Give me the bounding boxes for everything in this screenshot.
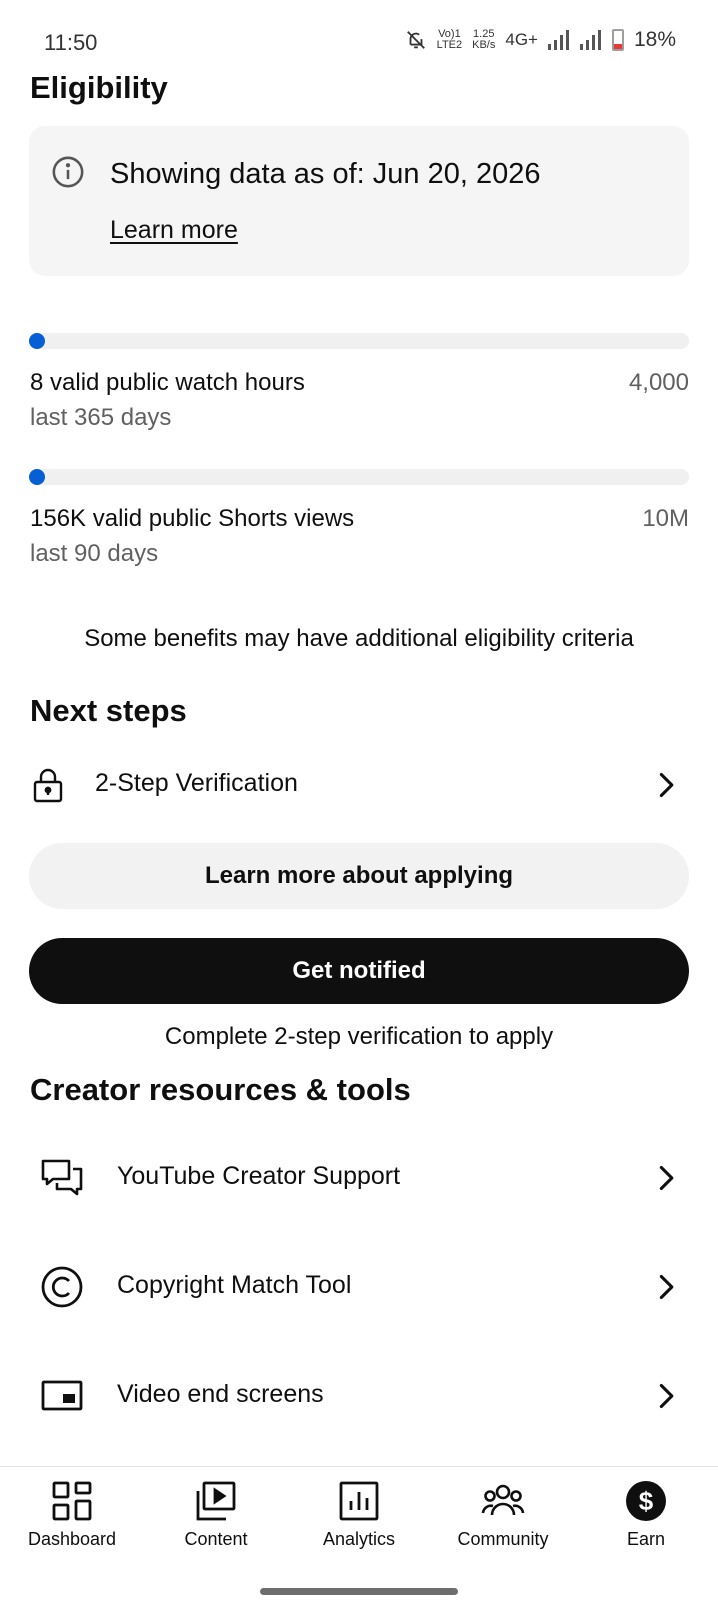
- watch-hours-period: last 365 days: [30, 404, 172, 431]
- network-speed: 1.25 KB/s: [472, 28, 496, 51]
- end-screen-icon: [41, 1380, 83, 1411]
- bottom-nav: Dashboard Content Analytics Community $ …: [0, 1466, 718, 1600]
- learn-more-applying-button[interactable]: Learn more about applying: [29, 843, 689, 909]
- nav-earn[interactable]: $ Earn: [574, 1479, 718, 1550]
- chevron-right-icon: [659, 1165, 674, 1191]
- watch-hours-progress: [29, 333, 689, 349]
- shorts-views-label: 156K valid public Shorts views: [30, 505, 355, 532]
- nav-community-label: Community: [457, 1529, 549, 1549]
- analytics-icon: [339, 1481, 379, 1521]
- content-icon: [196, 1481, 236, 1521]
- video-end-screens-label: Video end screens: [117, 1380, 324, 1408]
- status-icons: Vo)1 LTE2 1.25 KB/s 4G+ 18%: [405, 28, 676, 52]
- copyright-icon: [41, 1266, 83, 1308]
- bell-off-icon: [406, 31, 425, 49]
- copyright-match-label: Copyright Match Tool: [117, 1271, 352, 1299]
- watch-hours-label: 8 valid public watch hours: [30, 369, 305, 396]
- verification-hint: Complete 2-step verification to apply: [164, 1023, 554, 1050]
- copyright-match-row[interactable]: Copyright Match Tool: [0, 1265, 718, 1309]
- creator-support-label: YouTube Creator Support: [117, 1162, 401, 1190]
- creator-support-row[interactable]: YouTube Creator Support: [0, 1156, 718, 1200]
- chevron-right-icon: [659, 772, 674, 798]
- earn-icon: $: [626, 1481, 666, 1521]
- nav-content[interactable]: Content: [144, 1479, 288, 1550]
- status-time: 11:50: [44, 30, 98, 55]
- nav-earn-label: Earn: [626, 1529, 666, 1549]
- watch-hours-goal: 4,000: [628, 369, 689, 396]
- battery-percent: 18%: [633, 28, 676, 51]
- status-bar: 11:50 Vo)1 LTE2 1.25 KB/s 4G+ 18%: [0, 0, 718, 80]
- chevron-right-icon: [659, 1383, 674, 1409]
- data-info-card: Showing data as of: Jun 20, 2026 Learn m…: [29, 126, 689, 276]
- signal-icon: [579, 30, 601, 50]
- signal-icon: [547, 30, 569, 50]
- nav-dashboard[interactable]: Dashboard: [0, 1479, 144, 1550]
- lock-icon: [33, 768, 63, 803]
- battery-icon: [611, 29, 624, 51]
- nav-content-label: Content: [184, 1529, 248, 1549]
- eligibility-note: Some benefits may have additional eligib…: [84, 625, 634, 652]
- nav-dashboard-label: Dashboard: [27, 1529, 117, 1549]
- watch-hours-progress-fill: [29, 333, 45, 349]
- nav-analytics[interactable]: Analytics: [287, 1479, 431, 1550]
- learn-more-link[interactable]: Learn more: [110, 216, 238, 245]
- home-indicator: [260, 1588, 458, 1595]
- next-steps-title: Next steps: [30, 693, 187, 728]
- shorts-views-progress-fill: [29, 469, 45, 485]
- two-step-verification-label: 2-Step Verification: [95, 769, 298, 797]
- data-as-of-text: Showing data as of: Jun 20, 2026: [110, 158, 541, 190]
- chat-bubbles-icon: [41, 1159, 83, 1196]
- info-icon: [52, 156, 84, 188]
- creator-resources-title: Creator resources & tools: [30, 1072, 411, 1107]
- shorts-views-progress: [29, 469, 689, 485]
- eligibility-title: Eligibility: [30, 70, 168, 105]
- nav-community[interactable]: Community: [431, 1479, 575, 1550]
- shorts-views-goal: 10M: [642, 505, 689, 532]
- network-type: 4G+: [505, 30, 538, 49]
- dashboard-icon: [52, 1481, 92, 1521]
- svg-text:$: $: [639, 1486, 654, 1516]
- two-step-verification-row[interactable]: 2-Step Verification: [0, 765, 718, 805]
- video-end-screens-row[interactable]: Video end screens: [0, 1374, 718, 1418]
- get-notified-button[interactable]: Get notified: [29, 938, 689, 1004]
- volte-indicator: Vo)1 LTE2: [436, 28, 463, 51]
- shorts-views-period: last 90 days: [30, 540, 159, 567]
- community-icon: [481, 1484, 525, 1516]
- nav-analytics-label: Analytics: [322, 1529, 396, 1549]
- chevron-right-icon: [659, 1274, 674, 1300]
